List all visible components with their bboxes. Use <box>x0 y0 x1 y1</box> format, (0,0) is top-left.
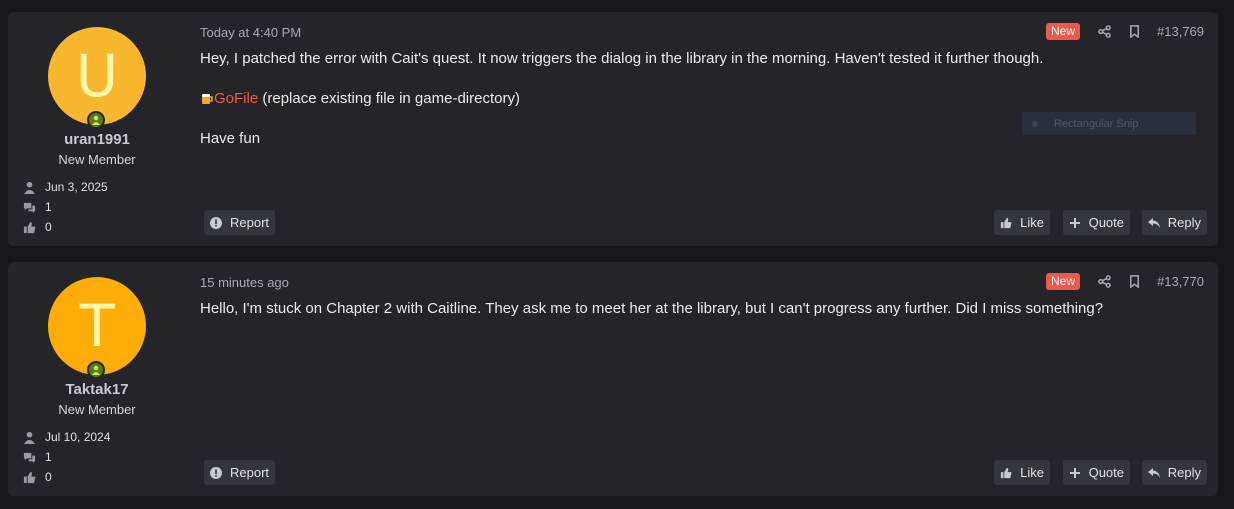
thumbs-up-icon <box>22 220 36 234</box>
reaction-score: 0 <box>45 220 52 234</box>
like-label: Like <box>1020 465 1044 480</box>
post-text: Hello, I'm stuck on Chapter 2 with Caitl… <box>200 300 1104 317</box>
post-number[interactable]: #13,769 <box>1157 24 1204 39</box>
user-icon <box>22 430 36 444</box>
user-title: New Member <box>58 152 136 167</box>
gofile-link[interactable]: GoFile <box>214 90 258 107</box>
joined-stat: Jul 10, 2024 <box>22 427 110 447</box>
beer-icon <box>200 91 214 105</box>
report-label: Report <box>230 215 270 230</box>
like-button[interactable]: Like <box>994 210 1050 235</box>
share-icon[interactable] <box>1097 25 1111 39</box>
message-count: 1 <box>45 450 52 464</box>
quote-button[interactable]: Quote <box>1062 210 1130 235</box>
post-body: Hey, I patched the error with Cait's que… <box>200 49 1190 169</box>
post-meta: New #13,769 <box>1045 23 1204 40</box>
thumbs-up-icon <box>1000 467 1012 478</box>
report-icon <box>210 216 222 229</box>
post-timestamp[interactable]: 15 minutes ago <box>200 275 289 290</box>
link-suffix: (replace existing file in game-directory… <box>258 90 520 107</box>
joined-date: Jun 3, 2025 <box>45 180 108 194</box>
new-badge: New <box>1045 273 1080 290</box>
message-count: 1 <box>45 200 52 214</box>
post-text: Hey, I patched the error with Cait's que… <box>200 50 1044 67</box>
messages-stat: 1 <box>22 447 110 467</box>
reactions-stat: 0 <box>22 217 108 237</box>
reaction-score: 0 <box>45 470 52 484</box>
bookmark-icon[interactable] <box>1127 25 1141 39</box>
reply-label: Reply <box>1167 465 1201 480</box>
snip-icon <box>1032 120 1038 127</box>
plus-icon <box>1069 217 1080 228</box>
comments-icon <box>22 200 36 214</box>
reply-button[interactable]: Reply <box>1141 460 1207 485</box>
user-icon <box>22 180 36 194</box>
user-stats: Jul 10, 2024 1 0 <box>22 427 110 487</box>
thumbs-up-icon <box>1000 217 1012 228</box>
rectangular-snip-overlay: Rectangular Snip <box>1022 112 1196 135</box>
reply-label: Reply <box>1167 215 1201 230</box>
user-info: U uran1991 New Member Jun 3, 2025 1 0 <box>8 12 186 246</box>
post-text: GoFile (replace existing file in game-di… <box>200 89 1190 109</box>
new-badge: New <box>1045 23 1080 40</box>
user-info: T Taktak17 New Member Jul 10, 2024 1 0 <box>8 262 186 496</box>
plus-icon <box>1069 467 1080 478</box>
like-button[interactable]: Like <box>994 460 1050 485</box>
post-timestamp[interactable]: Today at 4:40 PM <box>200 25 301 40</box>
comments-icon <box>22 450 36 464</box>
user-title: New Member <box>58 402 136 417</box>
post-main: 15 minutes ago New #13,770 Hello, I'm st… <box>200 262 1218 496</box>
reactions-stat: 0 <box>22 467 110 487</box>
post-13770: T Taktak17 New Member Jul 10, 2024 1 0 1… <box>8 262 1218 496</box>
thumbs-up-icon <box>22 470 36 484</box>
like-label: Like <box>1020 215 1044 230</box>
reply-icon <box>1147 217 1160 228</box>
report-icon <box>210 466 222 479</box>
post-meta: New #13,770 <box>1045 273 1204 290</box>
username[interactable]: Taktak17 <box>8 381 186 398</box>
report-button[interactable]: Report <box>204 460 276 485</box>
username[interactable]: uran1991 <box>8 131 186 148</box>
user-stats: Jun 3, 2025 1 0 <box>22 177 108 237</box>
post-13769: U uran1991 New Member Jun 3, 2025 1 0 To… <box>8 12 1218 246</box>
post-number[interactable]: #13,770 <box>1157 274 1204 289</box>
quote-button[interactable]: Quote <box>1062 460 1130 485</box>
quote-label: Quote <box>1088 465 1124 480</box>
joined-stat: Jun 3, 2025 <box>22 177 108 197</box>
reply-icon <box>1147 467 1160 478</box>
messages-stat: 1 <box>22 197 108 217</box>
quote-label: Quote <box>1088 215 1124 230</box>
bookmark-icon[interactable] <box>1127 275 1141 289</box>
snip-label: Rectangular Snip <box>1054 117 1139 130</box>
joined-date: Jul 10, 2024 <box>45 430 111 444</box>
reply-button[interactable]: Reply <box>1141 210 1207 235</box>
online-status-icon <box>87 361 105 379</box>
report-button[interactable]: Report <box>204 210 276 235</box>
report-label: Report <box>230 465 270 480</box>
share-icon[interactable] <box>1097 275 1111 289</box>
post-main: Today at 4:40 PM New #13,769 Hey, I patc… <box>200 12 1218 246</box>
online-status-icon <box>87 111 105 129</box>
post-body: Hello, I'm stuck on Chapter 2 with Caitl… <box>200 299 1190 339</box>
